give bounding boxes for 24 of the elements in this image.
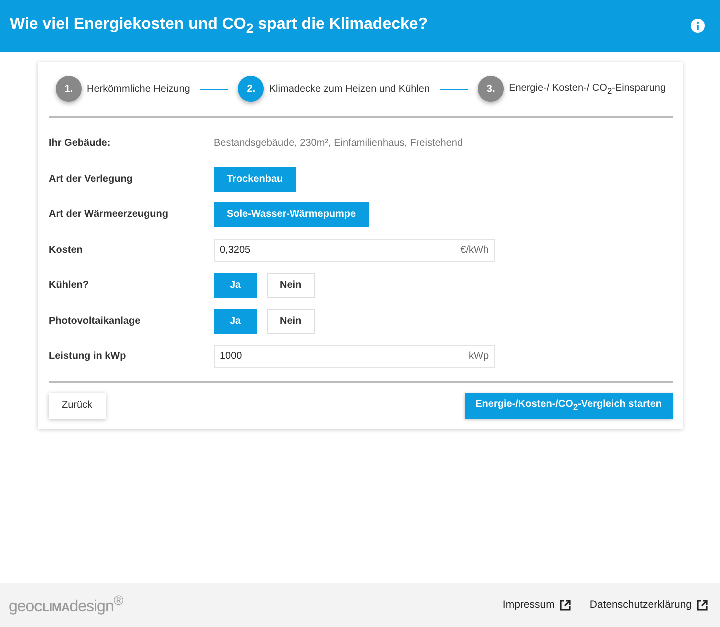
footer-link[interactable]: Datenschutzerklärung <box>590 599 692 611</box>
option-button[interactable]: Nein <box>267 308 315 334</box>
field-label: Art der Verlegung <box>49 174 134 185</box>
field-label: Kosten <box>49 244 84 256</box>
footer-link[interactable]: Impressum <box>502 599 555 611</box>
step-number[interactable]: 3. <box>478 76 504 102</box>
logo: geoCLIMAdesign$^{®}$ <box>9 593 124 617</box>
field-label: Photovoltaikanlage <box>49 316 142 327</box>
field-label: Ihr Gebäude: <box>49 138 112 150</box>
step-label[interactable]: Klimadecke zum Heizen und Kühlen <box>269 84 430 94</box>
page-title: Wie viel Energiekosten und CO$_{2}$ spart die Klimadecke? <box>10 16 428 36</box>
input-field[interactable]: 0,3205 €/kWh <box>214 238 495 262</box>
step-label[interactable]: Herkömmliche Heizung <box>87 84 190 94</box>
input-field[interactable]: 1000 kWp <box>214 345 495 368</box>
option-button[interactable]: Nein <box>267 273 315 298</box>
field-label: Kühlen? <box>49 280 90 292</box>
step-label[interactable]: Energie-/ Kosten-/ CO$_{2}$-Einsparung <box>509 82 666 96</box>
external-link-icon[interactable] <box>697 600 708 610</box>
step-number[interactable]: 1. <box>56 76 82 102</box>
back-button[interactable]: Zurück <box>49 392 106 418</box>
external-link-icon[interactable] <box>560 600 571 610</box>
info-icon[interactable] <box>691 19 705 33</box>
field-label: Leistung in kWp <box>49 351 128 362</box>
field-label: Art der Wärmeerzeugung <box>49 209 170 220</box>
